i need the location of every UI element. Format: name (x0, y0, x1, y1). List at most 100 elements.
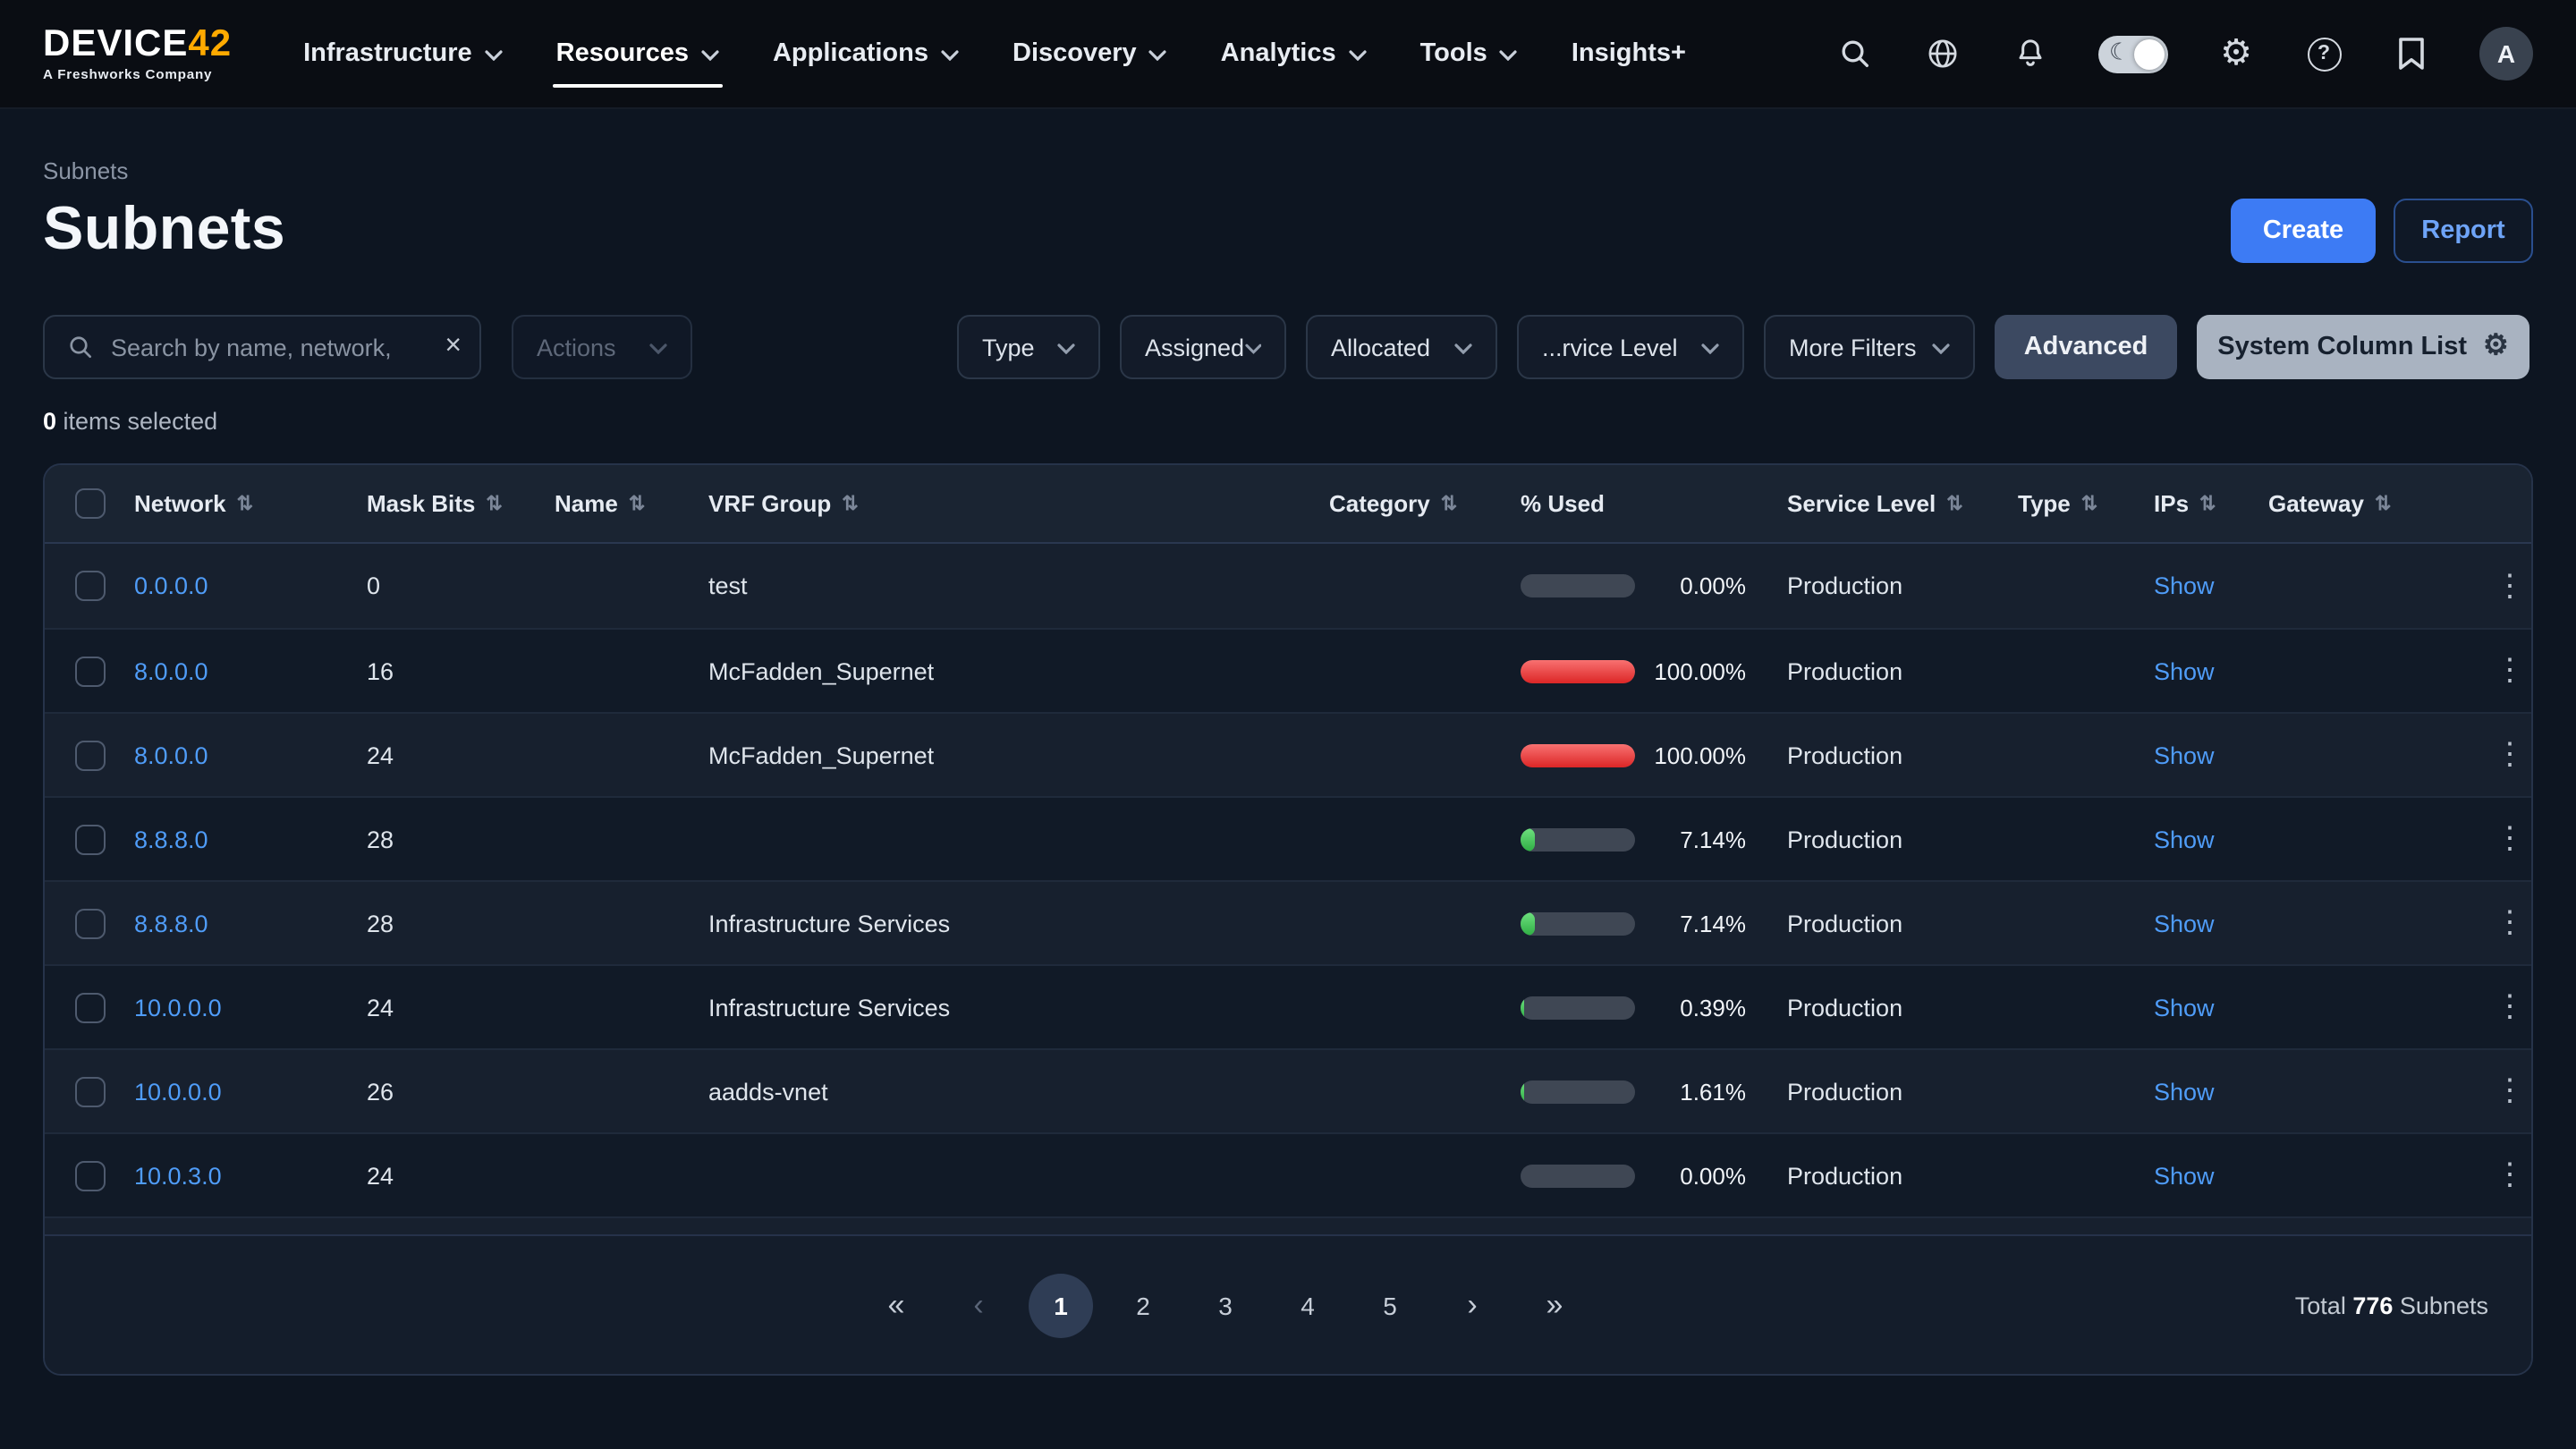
row-checkbox-cell (45, 824, 134, 854)
pagination-page-4[interactable]: 4 (1275, 1273, 1340, 1337)
sort-icon[interactable]: ⇅ (2375, 492, 2391, 515)
table-row[interactable]: 8.8.8.0287.14%ProductionShow⋮ (45, 796, 2531, 880)
column-header-used[interactable]: % Used (1521, 490, 1787, 517)
ips-show-link[interactable]: Show (2154, 994, 2268, 1021)
ips-show-link[interactable]: Show (2154, 741, 2268, 768)
pagination-first[interactable]: « (864, 1273, 928, 1337)
column-header-vrf-group[interactable]: VRF Group⇅ (708, 490, 1329, 517)
network-link[interactable]: 8.8.8.0 (134, 910, 367, 936)
filter-rvice-level[interactable]: ...rvice Level (1517, 315, 1744, 379)
actions-dropdown[interactable]: Actions (512, 315, 692, 379)
filter-assigned[interactable]: Assigned (1120, 315, 1286, 379)
filter-more-filters[interactable]: More Filters (1764, 315, 1975, 379)
table-row[interactable]: 8.0.0.016McFadden_Supernet100.00%Product… (45, 628, 2531, 712)
row-checkbox[interactable] (74, 908, 105, 938)
kebab-menu-icon[interactable]: ⋮ (2495, 821, 2525, 855)
pagination-prev[interactable]: ‹ (946, 1273, 1011, 1337)
bell-icon[interactable] (2011, 34, 2050, 73)
row-checkbox[interactable] (74, 571, 105, 601)
filter-type[interactable]: Type (957, 315, 1100, 379)
avatar[interactable]: A (2479, 27, 2533, 80)
gear-icon: ⚙ (2483, 333, 2509, 361)
ips-show-link[interactable]: Show (2154, 572, 2268, 599)
ips-show-link[interactable]: Show (2154, 657, 2268, 684)
help-icon[interactable]: ? (2304, 34, 2343, 73)
search-input[interactable] (111, 334, 445, 360)
row-checkbox[interactable] (74, 824, 105, 854)
nav-item-discovery[interactable]: Discovery (1013, 0, 1167, 107)
nav-item-analytics[interactable]: Analytics (1221, 0, 1367, 107)
network-link[interactable]: 8.0.0.0 (134, 741, 367, 768)
pagination-page-1[interactable]: 1 (1029, 1273, 1093, 1337)
column-header-mask-bits[interactable]: Mask Bits⇅ (367, 490, 555, 517)
ips-show-link[interactable]: Show (2154, 826, 2268, 852)
table-row[interactable]: 0.0.0.00test0.00%ProductionShow⋮ (45, 544, 2531, 628)
bookmark-icon[interactable] (2392, 34, 2431, 73)
gear-icon[interactable]: ⚙ (2216, 34, 2256, 73)
row-checkbox[interactable] (74, 1160, 105, 1191)
kebab-menu-icon[interactable]: ⋮ (2495, 989, 2525, 1023)
network-link[interactable]: 10.0.0.0 (134, 994, 367, 1021)
column-header-service-level[interactable]: Service Level⇅ (1787, 490, 2018, 517)
network-link[interactable]: 0.0.0.0 (134, 572, 367, 599)
row-checkbox[interactable] (74, 1076, 105, 1106)
column-header-type[interactable]: Type⇅ (2018, 490, 2154, 517)
network-link[interactable]: 8.8.8.0 (134, 826, 367, 852)
row-checkbox[interactable] (74, 992, 105, 1022)
clear-search-icon[interactable]: × (445, 333, 462, 361)
sort-icon[interactable]: ⇅ (842, 492, 858, 515)
sort-icon[interactable]: ⇅ (237, 492, 253, 515)
kebab-menu-icon[interactable]: ⋮ (2495, 737, 2525, 771)
pagination-next[interactable]: › (1440, 1273, 1504, 1337)
filter-allocated[interactable]: Allocated (1306, 315, 1497, 379)
sort-icon[interactable]: ⇅ (2199, 492, 2216, 515)
select-all-checkbox[interactable] (74, 488, 105, 519)
system-column-list-button[interactable]: System Column List ⚙ (2197, 315, 2529, 379)
kebab-menu-icon[interactable]: ⋮ (2495, 1157, 2525, 1191)
globe-icon[interactable] (1923, 34, 1962, 73)
column-header-gateway[interactable]: Gateway⇅ (2268, 490, 2488, 517)
column-header-ips[interactable]: IPs⇅ (2154, 490, 2268, 517)
usage-bar-track (1521, 827, 1635, 851)
kebab-menu-icon[interactable]: ⋮ (2495, 568, 2525, 602)
column-header-name[interactable]: Name⇅ (555, 490, 708, 517)
table-row[interactable]: 10.0.3.0240.00%ProductionShow⋮ (45, 1132, 2531, 1216)
pagination-page-2[interactable]: 2 (1111, 1273, 1175, 1337)
pagination-page-5[interactable]: 5 (1358, 1273, 1422, 1337)
pagination-last[interactable]: » (1522, 1273, 1587, 1337)
network-link[interactable]: 10.0.3.0 (134, 1162, 367, 1189)
nav-item-applications[interactable]: Applications (773, 0, 959, 107)
sort-icon[interactable]: ⇅ (2081, 492, 2097, 515)
nav-item-infrastructure[interactable]: Infrastructure (303, 0, 503, 107)
row-checkbox[interactable] (74, 740, 105, 770)
table-row[interactable]: 10.0.0.026aadds-vnet1.61%ProductionShow⋮ (45, 1048, 2531, 1132)
column-header-category[interactable]: Category⇅ (1329, 490, 1521, 517)
table-row[interactable]: 8.8.8.028Infrastructure Services7.14%Pro… (45, 880, 2531, 964)
search-icon[interactable] (1835, 34, 1875, 73)
sort-icon[interactable]: ⇅ (629, 492, 645, 515)
report-button[interactable]: Report (2394, 198, 2533, 262)
column-header-network[interactable]: Network⇅ (134, 490, 367, 517)
kebab-menu-icon[interactable]: ⋮ (2495, 905, 2525, 939)
ips-show-link[interactable]: Show (2154, 910, 2268, 936)
sort-icon[interactable]: ⇅ (1946, 492, 1962, 515)
sort-icon[interactable]: ⇅ (1441, 492, 1457, 515)
create-button[interactable]: Create (2231, 198, 2376, 262)
device42-logo[interactable]: DEVICE42 A Freshworks Company (43, 25, 232, 82)
table-row[interactable]: 10.0.0.024Infrastructure Services0.39%Pr… (45, 964, 2531, 1048)
nav-item-resources[interactable]: Resources (556, 0, 719, 107)
row-checkbox[interactable] (74, 656, 105, 686)
advanced-button[interactable]: Advanced (1995, 315, 2177, 379)
network-link[interactable]: 10.0.0.0 (134, 1078, 367, 1105)
ips-show-link[interactable]: Show (2154, 1162, 2268, 1189)
kebab-menu-icon[interactable]: ⋮ (2495, 1073, 2525, 1107)
nav-item-insights+[interactable]: Insights+ (1572, 0, 1686, 107)
kebab-menu-icon[interactable]: ⋮ (2495, 653, 2525, 687)
nav-item-tools[interactable]: Tools (1420, 0, 1518, 107)
ips-show-link[interactable]: Show (2154, 1078, 2268, 1105)
sort-icon[interactable]: ⇅ (486, 492, 502, 515)
pagination-page-3[interactable]: 3 (1193, 1273, 1258, 1337)
network-link[interactable]: 8.0.0.0 (134, 657, 367, 684)
theme-toggle[interactable]: ☾ (2098, 35, 2168, 72)
table-row[interactable]: 8.0.0.024McFadden_Supernet100.00%Product… (45, 712, 2531, 796)
